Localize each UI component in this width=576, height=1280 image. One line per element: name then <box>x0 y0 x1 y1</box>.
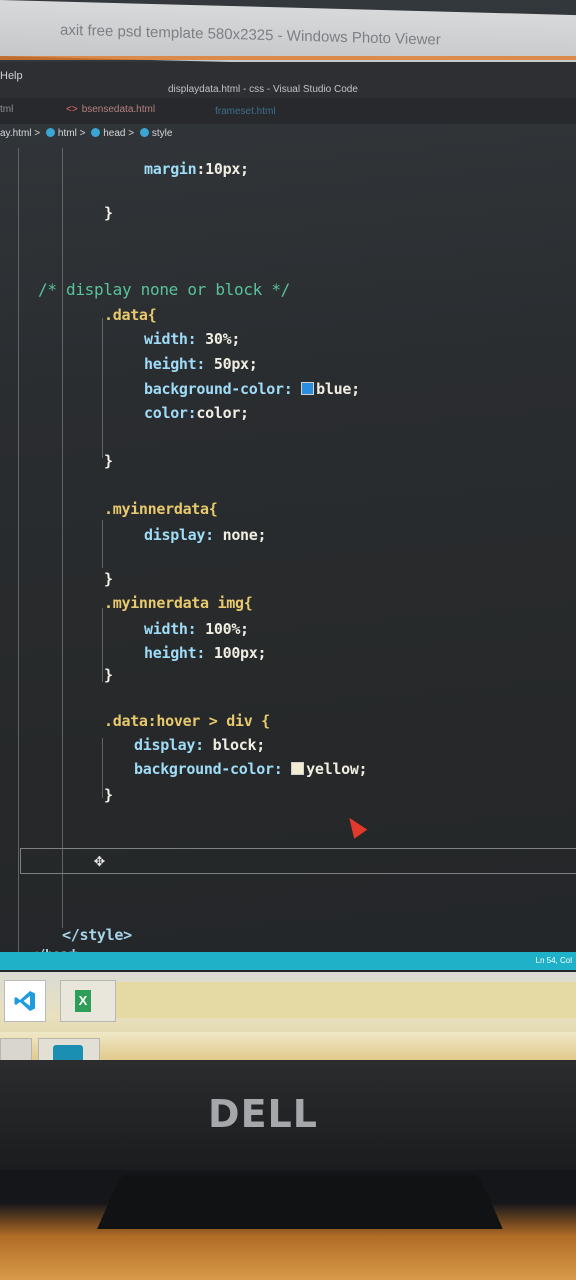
breadcrumb-sep: > <box>34 128 41 139</box>
code-comment: /* display none or block */ <box>38 280 290 299</box>
taskbar-band <box>116 982 576 1018</box>
code-line: } <box>104 452 113 470</box>
taskbar-vscode-button[interactable] <box>4 980 46 1022</box>
status-bar: Ln 54, Col <box>0 952 576 970</box>
tab-label: bsensedata.html <box>81 104 156 115</box>
vscode-window-title: displaydata.html - css - Visual Studio C… <box>168 84 358 95</box>
excel-icon: X <box>75 990 91 1012</box>
indent-guide <box>102 608 103 682</box>
move-icon[interactable]: ✥ <box>94 852 112 870</box>
tab-frameset[interactable]: frameset.html <box>215 106 276 117</box>
code-line: height: 100px; <box>144 644 267 662</box>
code-line: display: block; <box>134 736 265 754</box>
breadcrumb-item-style[interactable]: style <box>152 128 173 139</box>
code-line: width: 30%; <box>144 330 241 348</box>
code-selector: .data{ <box>104 306 157 324</box>
indent-guide <box>102 738 103 798</box>
html-tag-icon <box>91 128 101 137</box>
titlebar-accent-line <box>0 56 576 60</box>
breadcrumb-item-html[interactable]: html <box>58 128 77 139</box>
code-line: background-color: blue; <box>144 380 360 398</box>
code-line: } <box>104 786 113 804</box>
indent-guide <box>102 318 103 458</box>
code-selector: .data:hover > div { <box>104 712 270 730</box>
breadcrumb-sep: > <box>128 128 135 139</box>
breadcrumb-sep: > <box>79 128 86 139</box>
html-tag-icon <box>139 128 149 137</box>
code-line: width: 100%; <box>144 620 249 638</box>
breadcrumb: ay.html > html > head > style <box>0 128 172 146</box>
html-tag-icon: <> <box>66 104 78 115</box>
code-line: color:color; <box>144 404 249 422</box>
vscode-icon <box>14 991 35 1011</box>
dell-logo: DELL <box>208 1092 318 1136</box>
code-line: height: 50px; <box>144 355 258 373</box>
code-line: background-color: yellow; <box>134 760 368 778</box>
code-line: } <box>104 666 113 684</box>
taskbar-excel-button[interactable]: X <box>60 980 116 1022</box>
code-line: display: none; <box>144 526 267 544</box>
code-line: </style> <box>62 926 132 944</box>
color-swatch-blue[interactable] <box>301 382 315 395</box>
cursor-position[interactable]: Ln 54, Col <box>536 956 572 965</box>
menu-item-help[interactable]: Help <box>0 70 23 82</box>
vscode-titlebar: Help displaydata.html - css - Visual Stu… <box>0 62 576 98</box>
monitor-screen: axit free psd template 580x2325 - Window… <box>0 0 576 1080</box>
indent-guide <box>102 520 103 568</box>
code-selector: .myinnerdata img{ <box>104 594 253 612</box>
code-line: margin:10px; <box>144 160 249 178</box>
photo-viewer-title: axit free psd template 580x2325 - Window… <box>60 21 441 49</box>
color-swatch-yellow[interactable] <box>291 762 305 775</box>
mouse-cursor-icon <box>342 813 368 839</box>
code-editor[interactable]: margin:10px; } /* display none or block … <box>0 148 576 963</box>
indent-guide <box>18 148 19 954</box>
breadcrumb-item-head[interactable]: head <box>103 128 125 139</box>
tab-partial[interactable]: tml <box>0 104 13 115</box>
editor-tab-bar: tml <> bsensedata.html frameset.html <box>0 98 576 124</box>
code-line: } <box>104 570 113 588</box>
photo-viewer-titlebar: axit free psd template 580x2325 - Window… <box>0 0 576 72</box>
html-tag-icon <box>45 128 55 137</box>
code-line: } <box>104 204 113 222</box>
breadcrumb-file[interactable]: ay.html <box>0 128 32 139</box>
monitor-stand <box>97 1174 503 1230</box>
tab-bsensedata[interactable]: <> bsensedata.html <box>66 104 155 115</box>
code-selector: .myinnerdata{ <box>104 500 218 518</box>
indent-guide <box>62 148 63 928</box>
